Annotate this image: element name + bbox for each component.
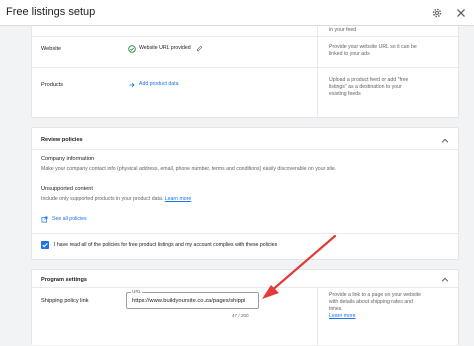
gear-icon[interactable]	[431, 7, 443, 19]
unsupported-learn-more-link[interactable]: Learn more	[165, 196, 192, 202]
url-char-count: 47 / 200	[232, 313, 249, 318]
chevron-up-icon[interactable]	[440, 275, 450, 285]
column-divider	[317, 287, 318, 346]
url-field-label: URL	[131, 289, 143, 294]
shipping-policy-label: Shipping policy link	[41, 298, 89, 304]
app-header: Free listings setup	[0, 0, 474, 26]
shipping-url-input[interactable]: URL https://www.buildyoursite.co.za/page…	[126, 289, 259, 309]
check-circle-icon	[128, 45, 136, 53]
company-info-heading: Company information	[41, 156, 95, 162]
see-all-policies-link[interactable]: See all policies	[52, 216, 87, 223]
products-help-line-3: existing feeds	[329, 91, 361, 97]
review-policies-title: Review policies	[41, 137, 83, 143]
review-policies-card: Review policies Company information Make…	[31, 127, 459, 260]
unsupported-content-heading: Unsupported content	[41, 186, 93, 192]
company-info-description: Make your company contact info (physical…	[41, 166, 337, 172]
unsupported-description-text: Include only supported products in your …	[41, 196, 164, 202]
close-icon[interactable]	[455, 7, 467, 19]
column-divider	[317, 26, 318, 118]
policy-agreement-checkbox[interactable]	[41, 241, 49, 249]
section-divider	[32, 149, 458, 150]
arrow-right-icon[interactable]	[128, 81, 136, 89]
website-help-line-2: linked to your ads	[329, 51, 370, 57]
policy-agreement-label: I have read all of the policies for free…	[54, 242, 278, 248]
program-settings-title: Program settings	[41, 277, 88, 283]
chevron-up-icon[interactable]	[440, 136, 450, 146]
edit-pencil-icon[interactable]	[196, 45, 203, 52]
row-divider	[32, 67, 458, 68]
url-field-value[interactable]: https://www.buildyoursite.co.za/pages/sh…	[132, 298, 256, 304]
add-product-data-link[interactable]: Add product data	[139, 81, 179, 88]
checkmark-icon	[42, 242, 48, 248]
website-status: Website URL provided	[139, 45, 191, 51]
section-divider	[32, 287, 458, 288]
website-label: Website	[41, 46, 62, 52]
shipping-learn-more-link[interactable]: Learn more	[329, 313, 356, 320]
open-in-new-icon	[41, 216, 48, 223]
page-title: Free listings setup	[6, 6, 96, 18]
unsupported-content-description: Include only supported products in your …	[41, 196, 191, 203]
row-divider	[32, 36, 458, 37]
program-settings-card: Program settings Shipping policy link UR…	[31, 269, 459, 346]
business-info-card: in your feed Website Website URL provide…	[31, 26, 459, 118]
products-label: Products	[41, 82, 64, 88]
feed-help-text: in your feed	[329, 27, 357, 33]
section-divider	[32, 233, 458, 234]
